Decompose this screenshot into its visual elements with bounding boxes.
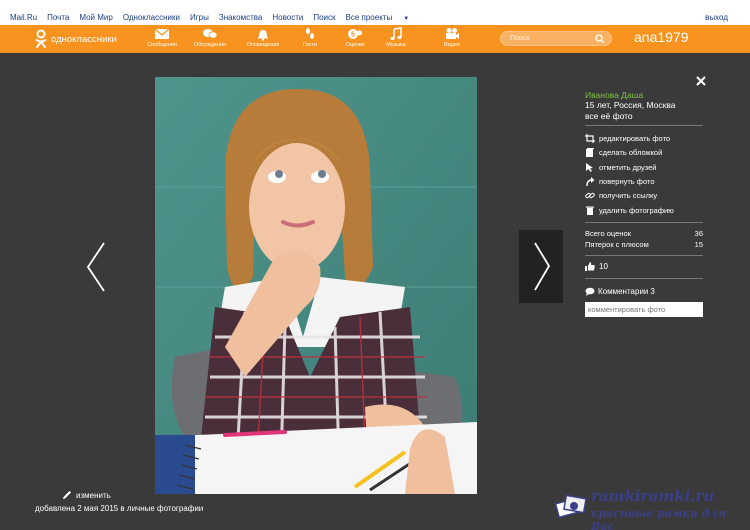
divider (585, 278, 703, 279)
all-projects-label: Все проекты (345, 13, 393, 22)
action-label: отметить друзей (599, 163, 657, 172)
nav-notifications[interactable]: Оповещения (240, 27, 286, 48)
action-label: редактировать фото (599, 134, 671, 143)
rotate-icon (586, 177, 595, 186)
nav-messages[interactable]: Сообщения (139, 27, 185, 48)
close-icon[interactable] (695, 75, 707, 87)
chat-bubbles-icon (203, 29, 218, 39)
logo-text: одноклассники (51, 33, 117, 45)
music-note-icon (390, 27, 402, 41)
like-button[interactable]: 10 (585, 262, 608, 271)
owner-name-link[interactable]: Иванова Даша (585, 90, 643, 100)
nav-label: Музыка (386, 42, 406, 48)
mailru-topbar: Mail.Ru Почта Мой Мир Одноклассники Игры… (0, 0, 750, 25)
nav-label: Сообщения (147, 42, 177, 48)
search-input[interactable]: Поиск (500, 31, 612, 46)
ratings-icon: 5 (348, 29, 362, 39)
link-all-projects[interactable]: Все проекты ▼ (346, 13, 420, 22)
link-poisk[interactable]: Поиск (313, 13, 335, 22)
chevron-down-icon: ▼ (403, 16, 410, 22)
cursor-icon (586, 163, 593, 172)
main-photo[interactable] (155, 77, 477, 494)
stat-five-plus[interactable]: Пятерок с плюсом 15 (585, 240, 703, 249)
nav-video[interactable]: Видео (429, 27, 475, 48)
comment-input[interactable] (585, 302, 703, 317)
footprints-icon (306, 28, 314, 39)
nav-music[interactable]: Музыка (373, 27, 419, 48)
stat-total-ratings[interactable]: Всего оценок 36 (585, 229, 703, 238)
action-get-link[interactable]: получить ссылку (585, 191, 657, 200)
crop-icon (585, 134, 595, 143)
action-label: сделать обложкой (599, 148, 663, 157)
nav-label: Оповещения (246, 42, 280, 48)
nav-label: Гости (302, 42, 317, 48)
link-pochta[interactable]: Почта (47, 13, 69, 22)
action-label: получить ссылку (599, 191, 658, 200)
action-edit-photo[interactable]: редактировать фото (585, 134, 670, 143)
next-photo-button[interactable] (519, 230, 563, 303)
stat-label: Всего оценок (585, 229, 631, 238)
envelope-icon (154, 28, 170, 39)
comments-count: 3 (650, 287, 655, 296)
link-odnoklassniki[interactable]: Одноклассники (123, 13, 180, 22)
link-znakomstva[interactable]: Знакомства (219, 13, 263, 22)
nav-label: Обсуждения (194, 42, 226, 48)
ok-logo-icon (35, 29, 47, 48)
divider (585, 125, 703, 126)
likes-count: 10 (599, 262, 608, 271)
owner-info: 15 лет, Россия, Москва (585, 100, 676, 110)
action-label: повернуть фото (599, 177, 655, 186)
link-moy-mir[interactable]: Мой Мир (79, 13, 112, 22)
photo-image (155, 77, 477, 494)
action-tag-friends[interactable]: отметить друзей (585, 163, 657, 172)
video-camera-icon (446, 28, 459, 39)
stat-value: 36 (694, 229, 703, 238)
action-rotate-photo[interactable]: повернуть фото (585, 177, 655, 186)
current-username[interactable]: ana1979 (634, 29, 689, 45)
watermark-site: ramkiramki.ru (591, 487, 715, 505)
added-date-text: добавлена 2 мая 2015 в личные фотографии (35, 504, 204, 513)
link-igry[interactable]: Игры (190, 13, 209, 22)
nav-guests[interactable]: Гости (287, 27, 333, 48)
nav-label: Видео (443, 42, 461, 48)
action-label: удалить фотографию (599, 206, 674, 215)
divider (585, 222, 703, 223)
svg-text:5: 5 (351, 32, 355, 39)
search-placeholder: Поиск (510, 35, 530, 42)
photo-viewer: Иванова Даша 15 лет, Россия, Москва все … (0, 53, 750, 530)
nav-label: Оценки (345, 42, 365, 48)
prev-photo-arrow-icon[interactable] (84, 239, 108, 295)
divider (585, 255, 703, 256)
action-delete-photo[interactable]: удалить фотографию (585, 206, 674, 215)
link-icon (585, 192, 595, 199)
logo[interactable]: одноклассники (35, 29, 117, 49)
action-make-cover[interactable]: сделать обложкой (585, 148, 662, 157)
comments-label: Комментарии (598, 287, 649, 296)
nav-discussions[interactable]: Обсуждения (187, 27, 233, 48)
comment-bubble-icon (585, 287, 595, 296)
trash-icon (586, 206, 594, 215)
next-arrow-icon (534, 242, 551, 291)
stat-value: 15 (694, 240, 703, 249)
thumbs-up-icon (585, 262, 595, 271)
camera-icon (555, 494, 587, 519)
stat-label: Пятерок с плюсом (585, 240, 649, 249)
watermark-slogan: красивые рамки для Вас (591, 507, 727, 530)
all-photos-link[interactable]: все её фото (585, 111, 633, 121)
nav-ratings[interactable]: 5 Оценки (332, 27, 378, 48)
link-mailru[interactable]: Mail.Ru (10, 13, 37, 22)
edit-caption-button[interactable]: изменить (62, 490, 111, 500)
mailru-links: Mail.Ru Почта Мой Мир Одноклассники Игры… (10, 13, 429, 22)
link-novosti[interactable]: Новости (272, 13, 303, 22)
pencil-icon (63, 491, 71, 499)
bell-icon (258, 30, 268, 41)
cover-icon (586, 148, 594, 157)
site-watermark: ramkiramki.ru красивые рамки для Вас (555, 485, 745, 530)
edit-label: изменить (76, 490, 111, 500)
search-icon[interactable] (595, 34, 605, 44)
site-header: одноклассники Сообщения Обсуждения Опове… (0, 25, 750, 53)
comments-link[interactable]: Комментарии 3 (585, 287, 655, 296)
exit-link[interactable]: выход (705, 13, 728, 22)
